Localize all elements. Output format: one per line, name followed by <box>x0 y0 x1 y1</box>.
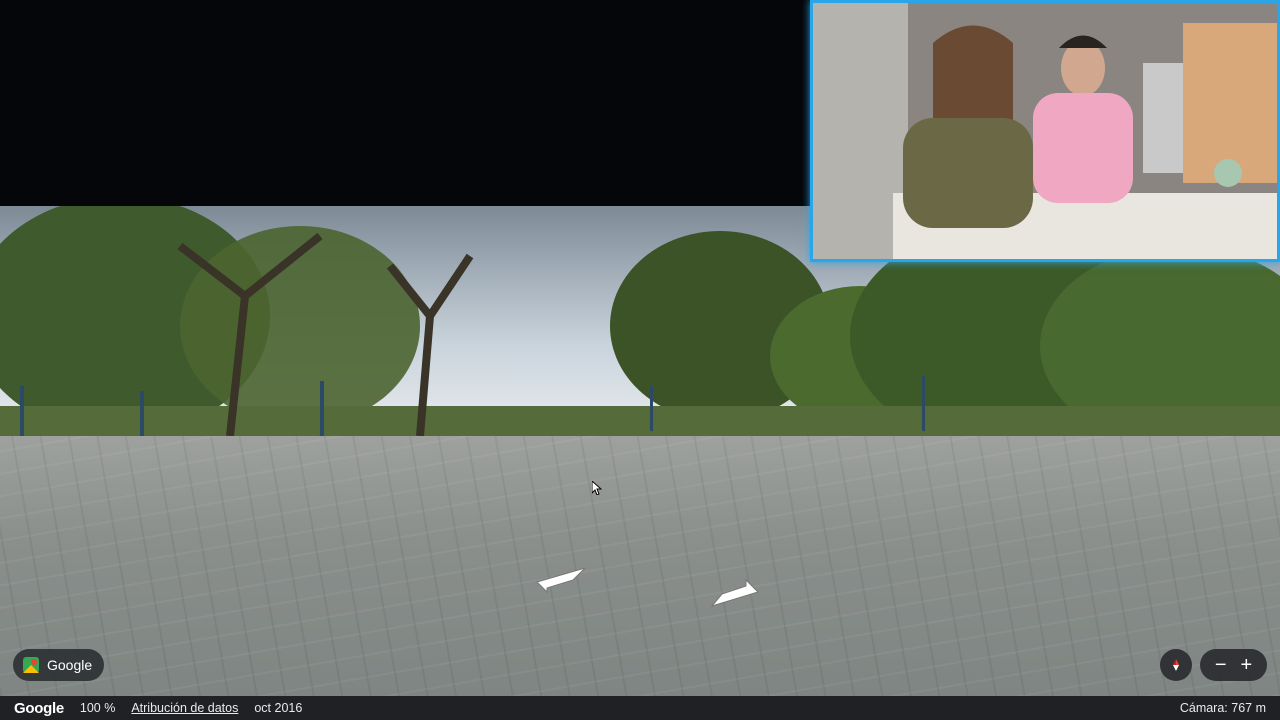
street-view-panorama[interactable] <box>0 206 1280 696</box>
zoom-level: 100 % <box>79 701 116 715</box>
google-logo: Google <box>14 699 64 717</box>
google-maps-icon <box>23 657 39 673</box>
google-maps-button[interactable]: Google <box>13 649 105 681</box>
mouse-cursor-icon <box>592 481 602 495</box>
left-arrow-icon[interactable] <box>533 566 587 596</box>
compass-icon <box>1173 659 1179 671</box>
imagery-date: oct 2016 <box>254 701 303 715</box>
webcam-overlay <box>810 0 1280 262</box>
zoom-controls: − + <box>1200 649 1267 681</box>
compass-button[interactable] <box>1160 649 1192 681</box>
webcam-feed <box>813 3 1277 259</box>
plaza-pavement <box>0 436 1280 696</box>
google-button-label: Google <box>47 657 93 673</box>
data-attribution-link[interactable]: Atribución de datos <box>131 701 238 715</box>
zoom-out-button[interactable]: − <box>1215 655 1227 675</box>
footer-bar: Google 100 % Atribución de datos oct 201… <box>0 696 1280 720</box>
camera-altitude: Cámara: 767 m <box>1179 701 1266 715</box>
zoom-in-button[interactable]: + <box>1241 655 1253 675</box>
right-arrow-icon[interactable] <box>708 578 762 608</box>
